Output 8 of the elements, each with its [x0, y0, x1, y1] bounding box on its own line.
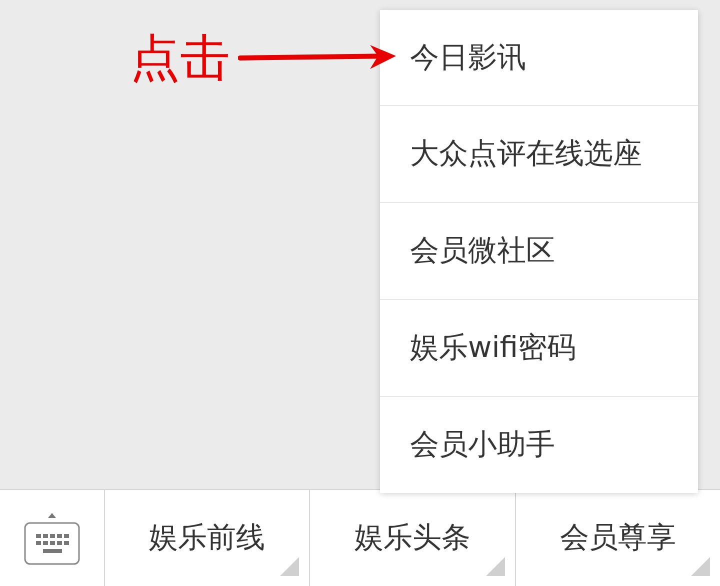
menu-item[interactable]: 娱乐wifi密码	[380, 299, 698, 396]
menu-item[interactable]: 会员微社区	[380, 202, 698, 299]
menu-item[interactable]: 今日影讯	[380, 10, 698, 105]
menu-item[interactable]: 大众点评在线选座	[380, 105, 698, 202]
corner-triangle-icon	[280, 557, 300, 576]
annotation-label: 点击	[130, 28, 230, 88]
corner-triangle-icon	[690, 557, 710, 576]
corner-triangle-icon	[486, 557, 505, 576]
